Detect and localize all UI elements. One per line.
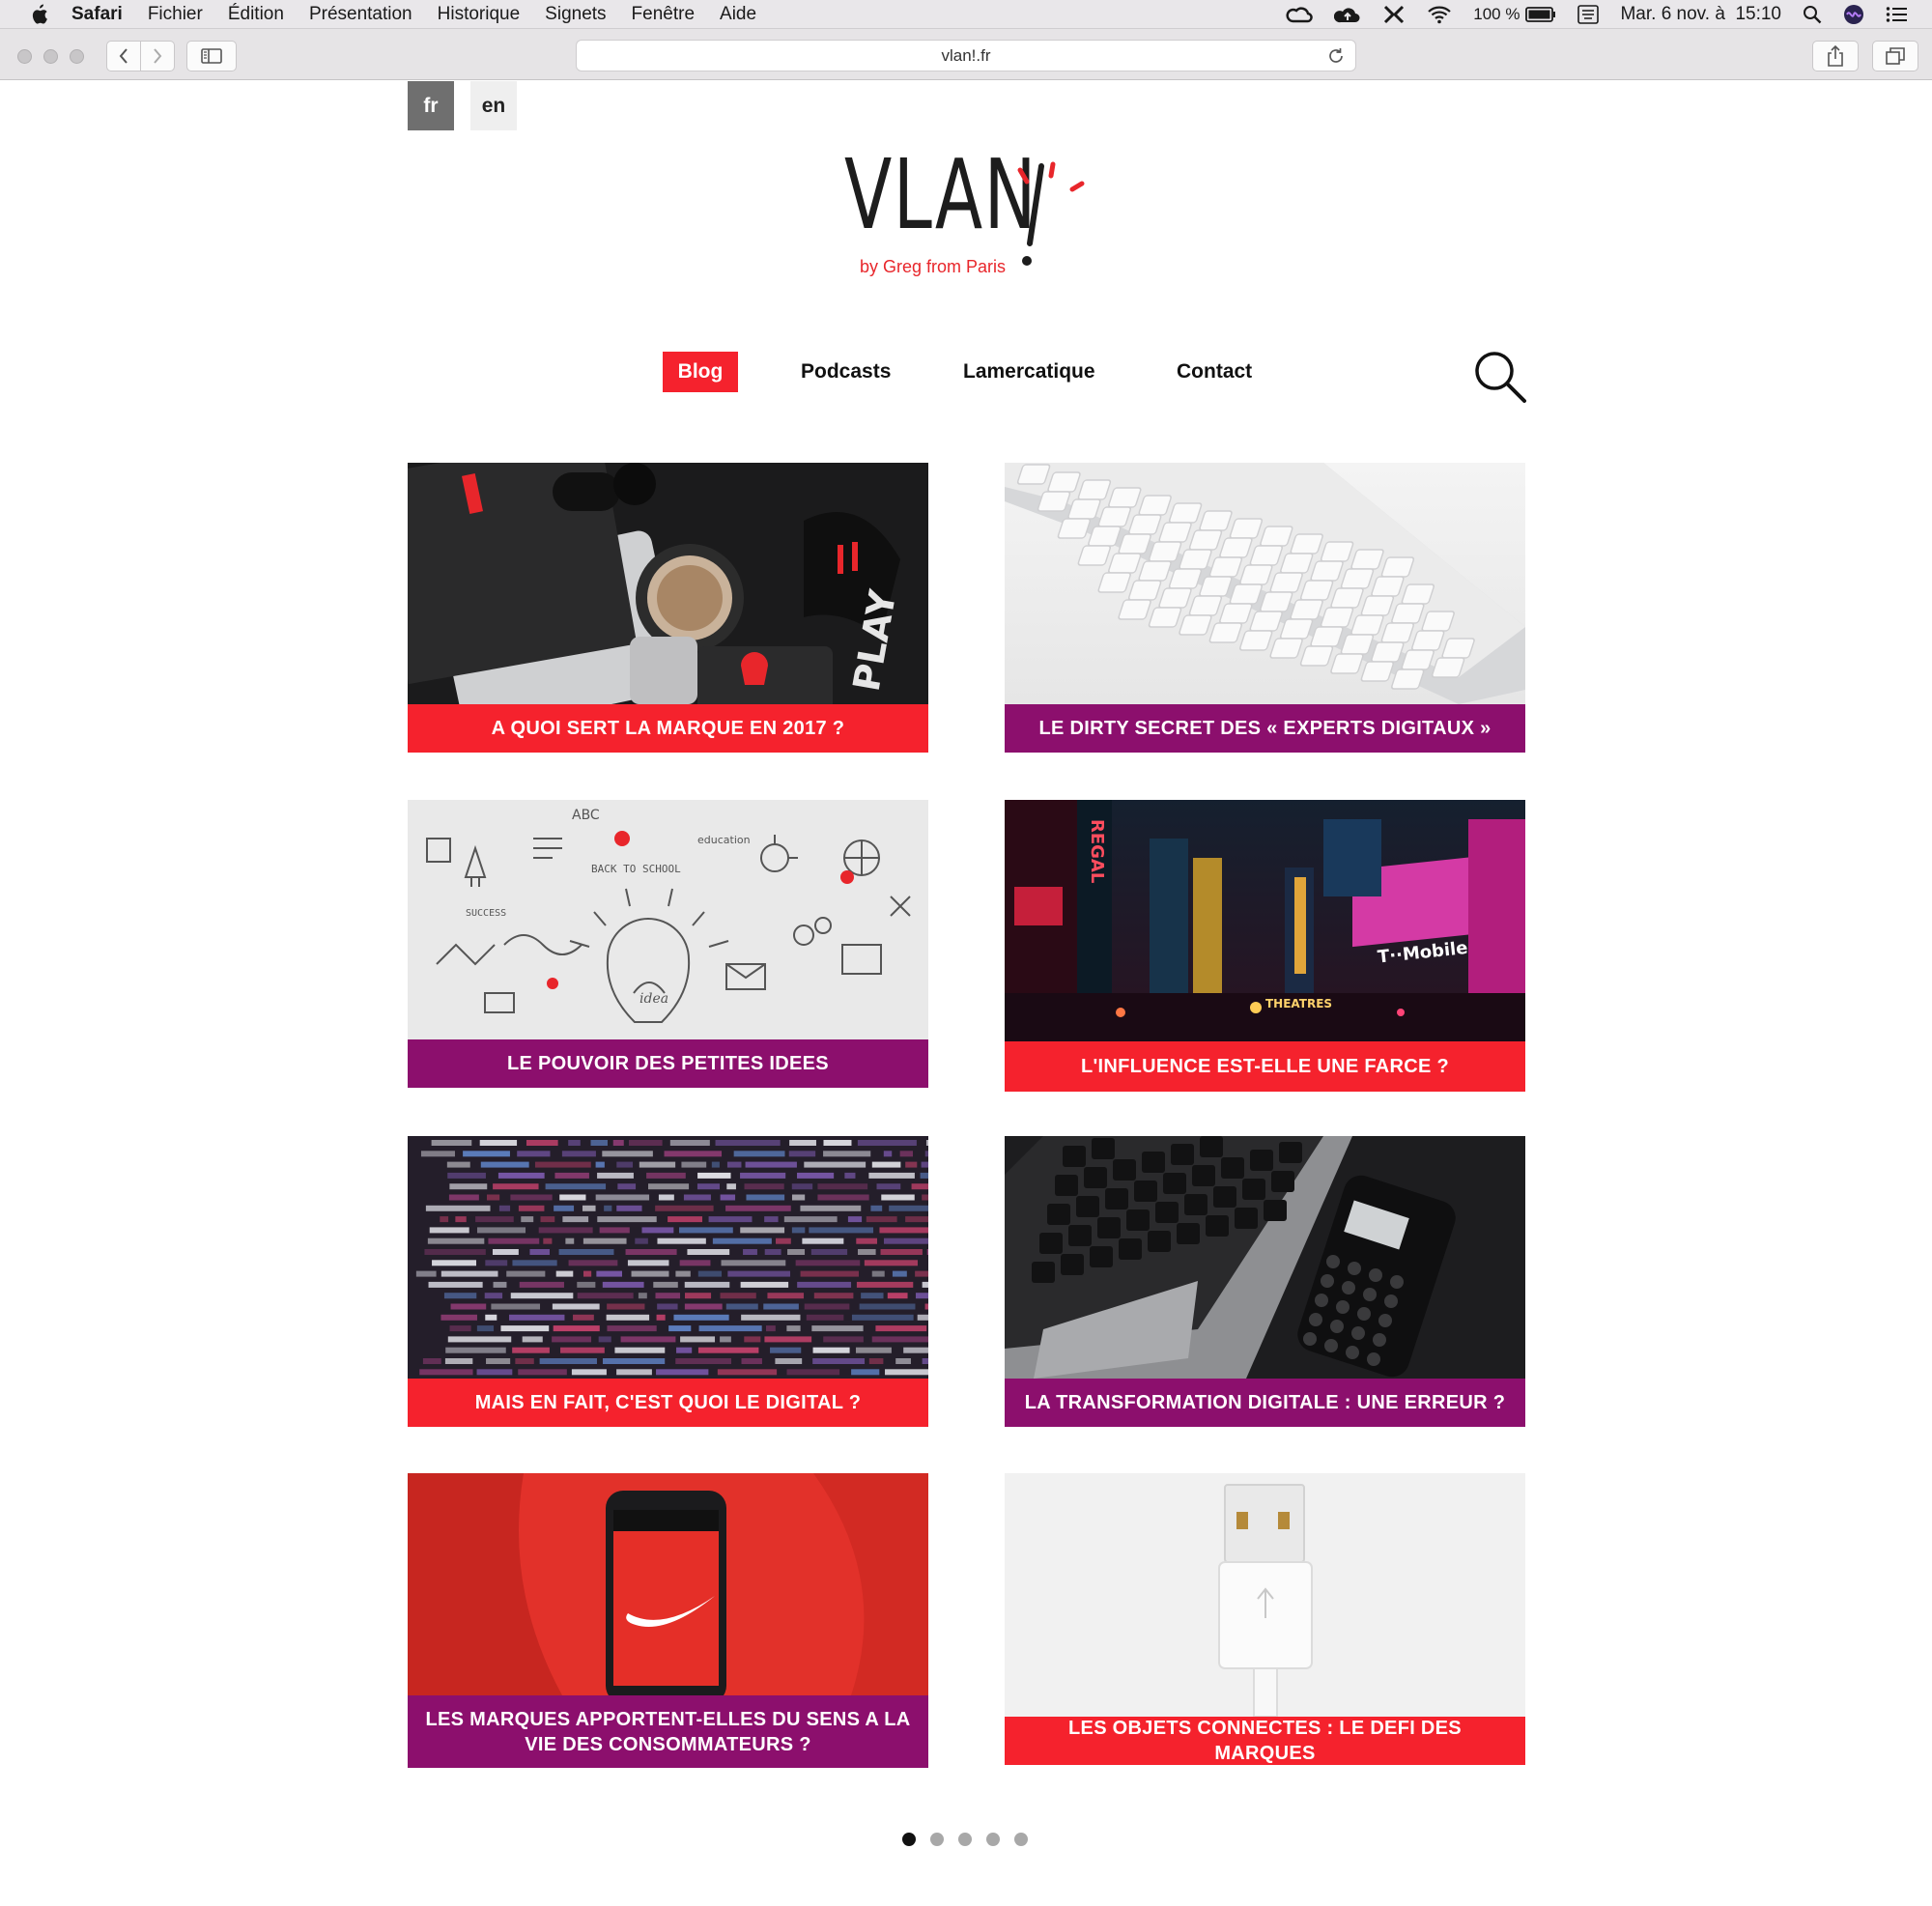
notification-center-icon[interactable]	[1886, 6, 1907, 23]
cloud-upload-icon[interactable]	[1334, 5, 1361, 24]
back-button[interactable]	[106, 41, 141, 71]
reload-icon[interactable]	[1326, 46, 1346, 66]
creative-cloud-icon[interactable]	[1286, 5, 1314, 24]
nav-lamercatique[interactable]: Lamercatique	[963, 352, 1095, 392]
pagination-dot[interactable]	[902, 1833, 916, 1846]
svg-text:education: education	[697, 834, 751, 846]
main-navigation: Blog Podcasts Lamercatique Contact	[0, 352, 1932, 398]
battery-percentage: 100 %	[1473, 5, 1520, 23]
article-card[interactable]: MAIS EN FAIT, C'EST QUOI LE DIGITAL ?	[408, 1136, 928, 1427]
article-image-usb-cable	[1005, 1473, 1525, 1717]
share-icon	[1828, 45, 1843, 67]
battery-icon[interactable]	[1525, 6, 1556, 23]
wifi-icon[interactable]	[1427, 5, 1452, 24]
article-card[interactable]: LE DIRTY SECRET DES « EXPERTS DIGITAUX »	[1005, 463, 1525, 753]
article-card[interactable]: LA TRANSFORMATION DIGITALE : UNE ERREUR …	[1005, 1136, 1525, 1427]
menubar-clock[interactable]: Mar. 6 nov. à 15:10	[1620, 4, 1781, 25]
menu-edition[interactable]: Édition	[228, 4, 284, 25]
menu-presentation[interactable]: Présentation	[309, 4, 412, 25]
article-image-times-square-night: REGAL T··Mobile· THEATRES	[1005, 800, 1525, 1041]
article-image-code-screen	[408, 1136, 928, 1380]
nav-podcasts[interactable]: Podcasts	[801, 352, 891, 392]
site-logo[interactable]: VLAN by Greg from Paris	[840, 120, 1092, 284]
article-card[interactable]: ABC education BACK TO SCHOOL SUCCESS ide…	[408, 800, 928, 1090]
window-close-button[interactable]	[17, 49, 32, 64]
address-url: vlan!.fr	[941, 45, 991, 65]
pagination-dot[interactable]	[958, 1833, 972, 1846]
article-card[interactable]: LES MARQUES APPORTENT-ELLES DU SENS A LA…	[408, 1473, 928, 1768]
article-image-lightbulb-doodles: ABC education BACK TO SCHOOL SUCCESS ide…	[408, 800, 928, 1041]
apple-icon[interactable]	[27, 3, 50, 26]
sidebar-toggle-button[interactable]	[186, 41, 237, 71]
tabs-overview-button[interactable]	[1872, 41, 1918, 71]
macos-menu-bar: Safari Fichier Édition Présentation Hist…	[0, 0, 1932, 29]
article-card[interactable]: LES OBJETS CONNECTES : LE DEFI DES MARQU…	[1005, 1473, 1525, 1765]
search-icon[interactable]	[1473, 350, 1527, 404]
forward-button[interactable]	[140, 41, 175, 71]
menu-aide[interactable]: Aide	[720, 4, 756, 25]
app-status-icon[interactable]	[1382, 4, 1406, 25]
article-card[interactable]: REGAL T··Mobile· THEATRES L'INFLUENCE ES…	[1005, 800, 1525, 1092]
chevron-left-icon	[119, 48, 128, 64]
article-title[interactable]: LE DIRTY SECRET DES « EXPERTS DIGITAUX »	[1005, 704, 1525, 753]
siri-icon[interactable]	[1843, 4, 1864, 25]
spotlight-search-icon[interactable]	[1803, 5, 1822, 24]
article-title[interactable]: L'INFLUENCE EST-ELLE UNE FARCE ?	[1005, 1041, 1525, 1092]
language-fr-button[interactable]: fr	[408, 81, 454, 130]
menu-app-name[interactable]: Safari	[71, 4, 123, 25]
svg-text:THEATRES: THEATRES	[1265, 997, 1332, 1010]
pagination	[902, 1833, 1042, 1852]
article-title[interactable]: A QUOI SERT LA MARQUE EN 2017 ?	[408, 704, 928, 753]
browser-toolbar: vlan!.fr	[0, 29, 1932, 80]
tabs-icon	[1886, 47, 1905, 65]
logo-tagline: by Greg from Paris	[860, 257, 1007, 276]
svg-text:ABC: ABC	[572, 808, 600, 823]
article-title[interactable]: LES MARQUES APPORTENT-ELLES DU SENS A LA…	[408, 1695, 928, 1768]
web-page: fr en VLAN by Greg from Paris Blog Podca…	[0, 81, 1932, 1906]
svg-text:BACK TO SCHOOL: BACK TO SCHOOL	[591, 863, 681, 875]
menu-fichier[interactable]: Fichier	[148, 4, 203, 25]
svg-text:idea: idea	[639, 991, 668, 1007]
menu-historique[interactable]: Historique	[438, 4, 521, 25]
sidebar-icon	[201, 48, 222, 64]
keyboard-input-icon[interactable]	[1577, 5, 1600, 24]
address-bar[interactable]: vlan!.fr	[576, 40, 1356, 71]
article-title[interactable]: MAIS EN FAIT, C'EST QUOI LE DIGITAL ?	[408, 1379, 928, 1427]
window-zoom-button[interactable]	[70, 49, 84, 64]
article-image-white-keyboard	[1005, 463, 1525, 704]
menu-fenetre[interactable]: Fenêtre	[632, 4, 695, 25]
menu-signets[interactable]: Signets	[545, 4, 606, 25]
article-card[interactable]: PLAY A QUOI SERT LA MARQUE EN 2017 ?	[408, 463, 928, 753]
article-title[interactable]: LES OBJETS CONNECTES : LE DEFI DES MARQU…	[1005, 1717, 1525, 1765]
article-title[interactable]: LA TRANSFORMATION DIGITALE : UNE ERREUR …	[1005, 1379, 1525, 1427]
pagination-dot[interactable]	[986, 1833, 1000, 1846]
article-image-desk-headphones-coffee: PLAY	[408, 463, 928, 704]
window-minimize-button[interactable]	[43, 49, 58, 64]
article-title[interactable]: LE POUVOIR DES PETITES IDEES	[408, 1039, 928, 1088]
pagination-dot[interactable]	[1014, 1833, 1028, 1846]
language-en-button[interactable]: en	[470, 81, 517, 130]
svg-text:SUCCESS: SUCCESS	[466, 908, 506, 919]
pagination-dot[interactable]	[930, 1833, 944, 1846]
chevron-right-icon	[154, 48, 162, 64]
share-button[interactable]	[1812, 41, 1859, 71]
article-image-phone-nike-logo	[408, 1473, 928, 1695]
nav-contact[interactable]: Contact	[1177, 352, 1252, 392]
article-image-laptop-calculator	[1005, 1136, 1525, 1379]
nav-blog[interactable]: Blog	[663, 352, 738, 392]
svg-text:REGAL: REGAL	[1087, 819, 1107, 883]
